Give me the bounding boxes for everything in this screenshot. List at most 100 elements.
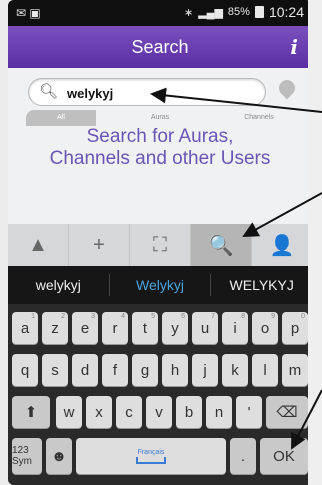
key-i-label: i [233, 319, 237, 337]
scan-icon[interactable]: ⛶ [130, 224, 191, 266]
key-apostrophe[interactable]: ' [236, 396, 262, 428]
key-e[interactable]: e3 [72, 312, 98, 344]
home-icon[interactable]: ▲ [8, 224, 69, 266]
suggestion-bar: welykyj Welykyj WELYKYJ [8, 266, 312, 304]
key-l-label: l [263, 361, 267, 379]
tab-auras[interactable]: Auras [120, 110, 200, 126]
key-k-label: k [231, 361, 239, 379]
search-input[interactable] [65, 82, 249, 104]
battery-icon [254, 6, 264, 18]
space-icon [136, 456, 166, 464]
key-d-label: d [80, 361, 90, 379]
ok-key[interactable]: OK [260, 438, 308, 474]
search-hint-line1: Search for Auras, [86, 126, 234, 147]
emoji-key-label: ☻ [51, 447, 67, 465]
emoji-key[interactable]: ☻ [46, 438, 72, 474]
keyboard: a 1 z 2 e 3 r 4 t 5 y 6 u 7 i 8 o 9 p 0 q s d f g h j k l m ⬆ w x c v b n ' ⌫ 1… [8, 304, 312, 485]
key-c-label: c [125, 403, 133, 421]
key-i-hint: 8 [241, 313, 245, 320]
key-z-hint: 2 [61, 313, 65, 320]
key-g[interactable]: g [132, 354, 158, 386]
key-c[interactable]: c [116, 396, 142, 428]
key-q[interactable]: q [12, 354, 38, 386]
key-h[interactable]: h [162, 354, 188, 386]
key-b[interactable]: b [176, 396, 202, 428]
key-r-label: r [112, 319, 118, 337]
key-d[interactable]: d [72, 354, 98, 386]
battery-percent: 85% [227, 6, 250, 18]
key-v[interactable]: v [146, 396, 172, 428]
annotation-margin [308, 0, 322, 485]
key-x[interactable]: x [86, 396, 112, 428]
period-key-label: . [240, 447, 246, 465]
key-p[interactable]: p0 [282, 312, 308, 344]
key-apostrophe-label: ' [247, 403, 251, 421]
key-u-label: u [200, 319, 210, 337]
backspace-key-label: ⌫ [276, 404, 298, 421]
key-k[interactable]: k [222, 354, 248, 386]
key-o-label: o [260, 319, 270, 337]
shift-key-label: ⬆ [24, 404, 38, 421]
notification-icons: ✉ ▣ [16, 6, 41, 20]
status-bar: ✉ ▣ ∗ ▂▄▆ 85% 10:24 [8, 0, 312, 26]
key-b-label: b [184, 403, 194, 421]
key-p-label: p [290, 319, 300, 337]
search-box[interactable]: 🔍︎ [28, 78, 266, 106]
key-z-label: z [51, 319, 59, 337]
location-pin-icon[interactable] [275, 76, 299, 100]
key-o[interactable]: o9 [252, 312, 278, 344]
search-hint-line2: Channels and other Users [49, 148, 271, 169]
key-e-hint: 3 [91, 313, 95, 320]
key-j[interactable]: j [192, 354, 218, 386]
key-t[interactable]: t5 [132, 312, 158, 344]
key-i[interactable]: i8 [222, 312, 248, 344]
space-key-label: Français [137, 448, 165, 456]
key-s[interactable]: s [42, 354, 68, 386]
search-icon: 🔍︎ [39, 83, 59, 100]
key-g-label: g [140, 361, 150, 379]
suggestion-item[interactable]: WELYKYJ [211, 277, 312, 293]
search-content: 🔍︎ All Auras Channels Search for Auras, … [8, 68, 312, 224]
search-hint: Search for Auras, Channels and other Use… [8, 126, 312, 170]
suggestion-item[interactable]: Welykyj [110, 277, 211, 293]
key-a[interactable]: a1 [12, 312, 38, 344]
profile-icon[interactable]: 👤 [252, 224, 312, 266]
key-p-hint: 0 [301, 313, 305, 320]
key-y-label: y [171, 319, 179, 337]
backspace-key[interactable]: ⌫ [266, 396, 308, 428]
key-t-hint: 5 [151, 313, 155, 320]
key-f-label: f [112, 361, 118, 379]
key-y[interactable]: y6 [162, 312, 188, 344]
key-u-hint: 7 [211, 313, 215, 320]
shift-key[interactable]: ⬆ [12, 396, 50, 428]
key-q-label: q [20, 361, 30, 379]
add-icon[interactable]: + [69, 224, 130, 266]
key-f[interactable]: f [102, 354, 128, 386]
key-m[interactable]: m [282, 354, 308, 386]
ok-key-label: OK [273, 447, 295, 465]
key-n[interactable]: n [206, 396, 232, 428]
key-l[interactable]: l [252, 354, 278, 386]
period-key[interactable]: . [230, 438, 256, 474]
key-u[interactable]: u7 [192, 312, 218, 344]
tab-channels[interactable]: Channels [222, 110, 296, 126]
sym-key-label: 123 Sym [12, 445, 32, 467]
key-w[interactable]: w [56, 396, 82, 428]
key-r[interactable]: r4 [102, 312, 128, 344]
search-icon[interactable]: 🔍 [191, 224, 252, 266]
key-n-label: n [214, 403, 224, 421]
key-t-label: t [142, 319, 148, 337]
key-s-label: s [51, 361, 59, 379]
key-j-label: j [203, 361, 207, 379]
info-icon[interactable]: i [290, 26, 298, 68]
phone-screen: ✉ ▣ ∗ ▂▄▆ 85% 10:24 Search i 🔍︎ All Aura… [8, 0, 312, 485]
tab-all[interactable]: All [26, 110, 96, 126]
key-e-label: e [80, 319, 90, 337]
key-z[interactable]: z2 [42, 312, 68, 344]
suggestion-item[interactable]: welykyj [8, 277, 109, 293]
signal-icon: ▂▄▆ [198, 6, 223, 19]
sym-key[interactable]: 123 Sym [12, 438, 42, 474]
space-key[interactable]: Français [76, 438, 226, 474]
bottom-toolbar: ▲ + ⛶ 🔍 👤 [8, 224, 312, 266]
key-x-label: x [95, 403, 103, 421]
